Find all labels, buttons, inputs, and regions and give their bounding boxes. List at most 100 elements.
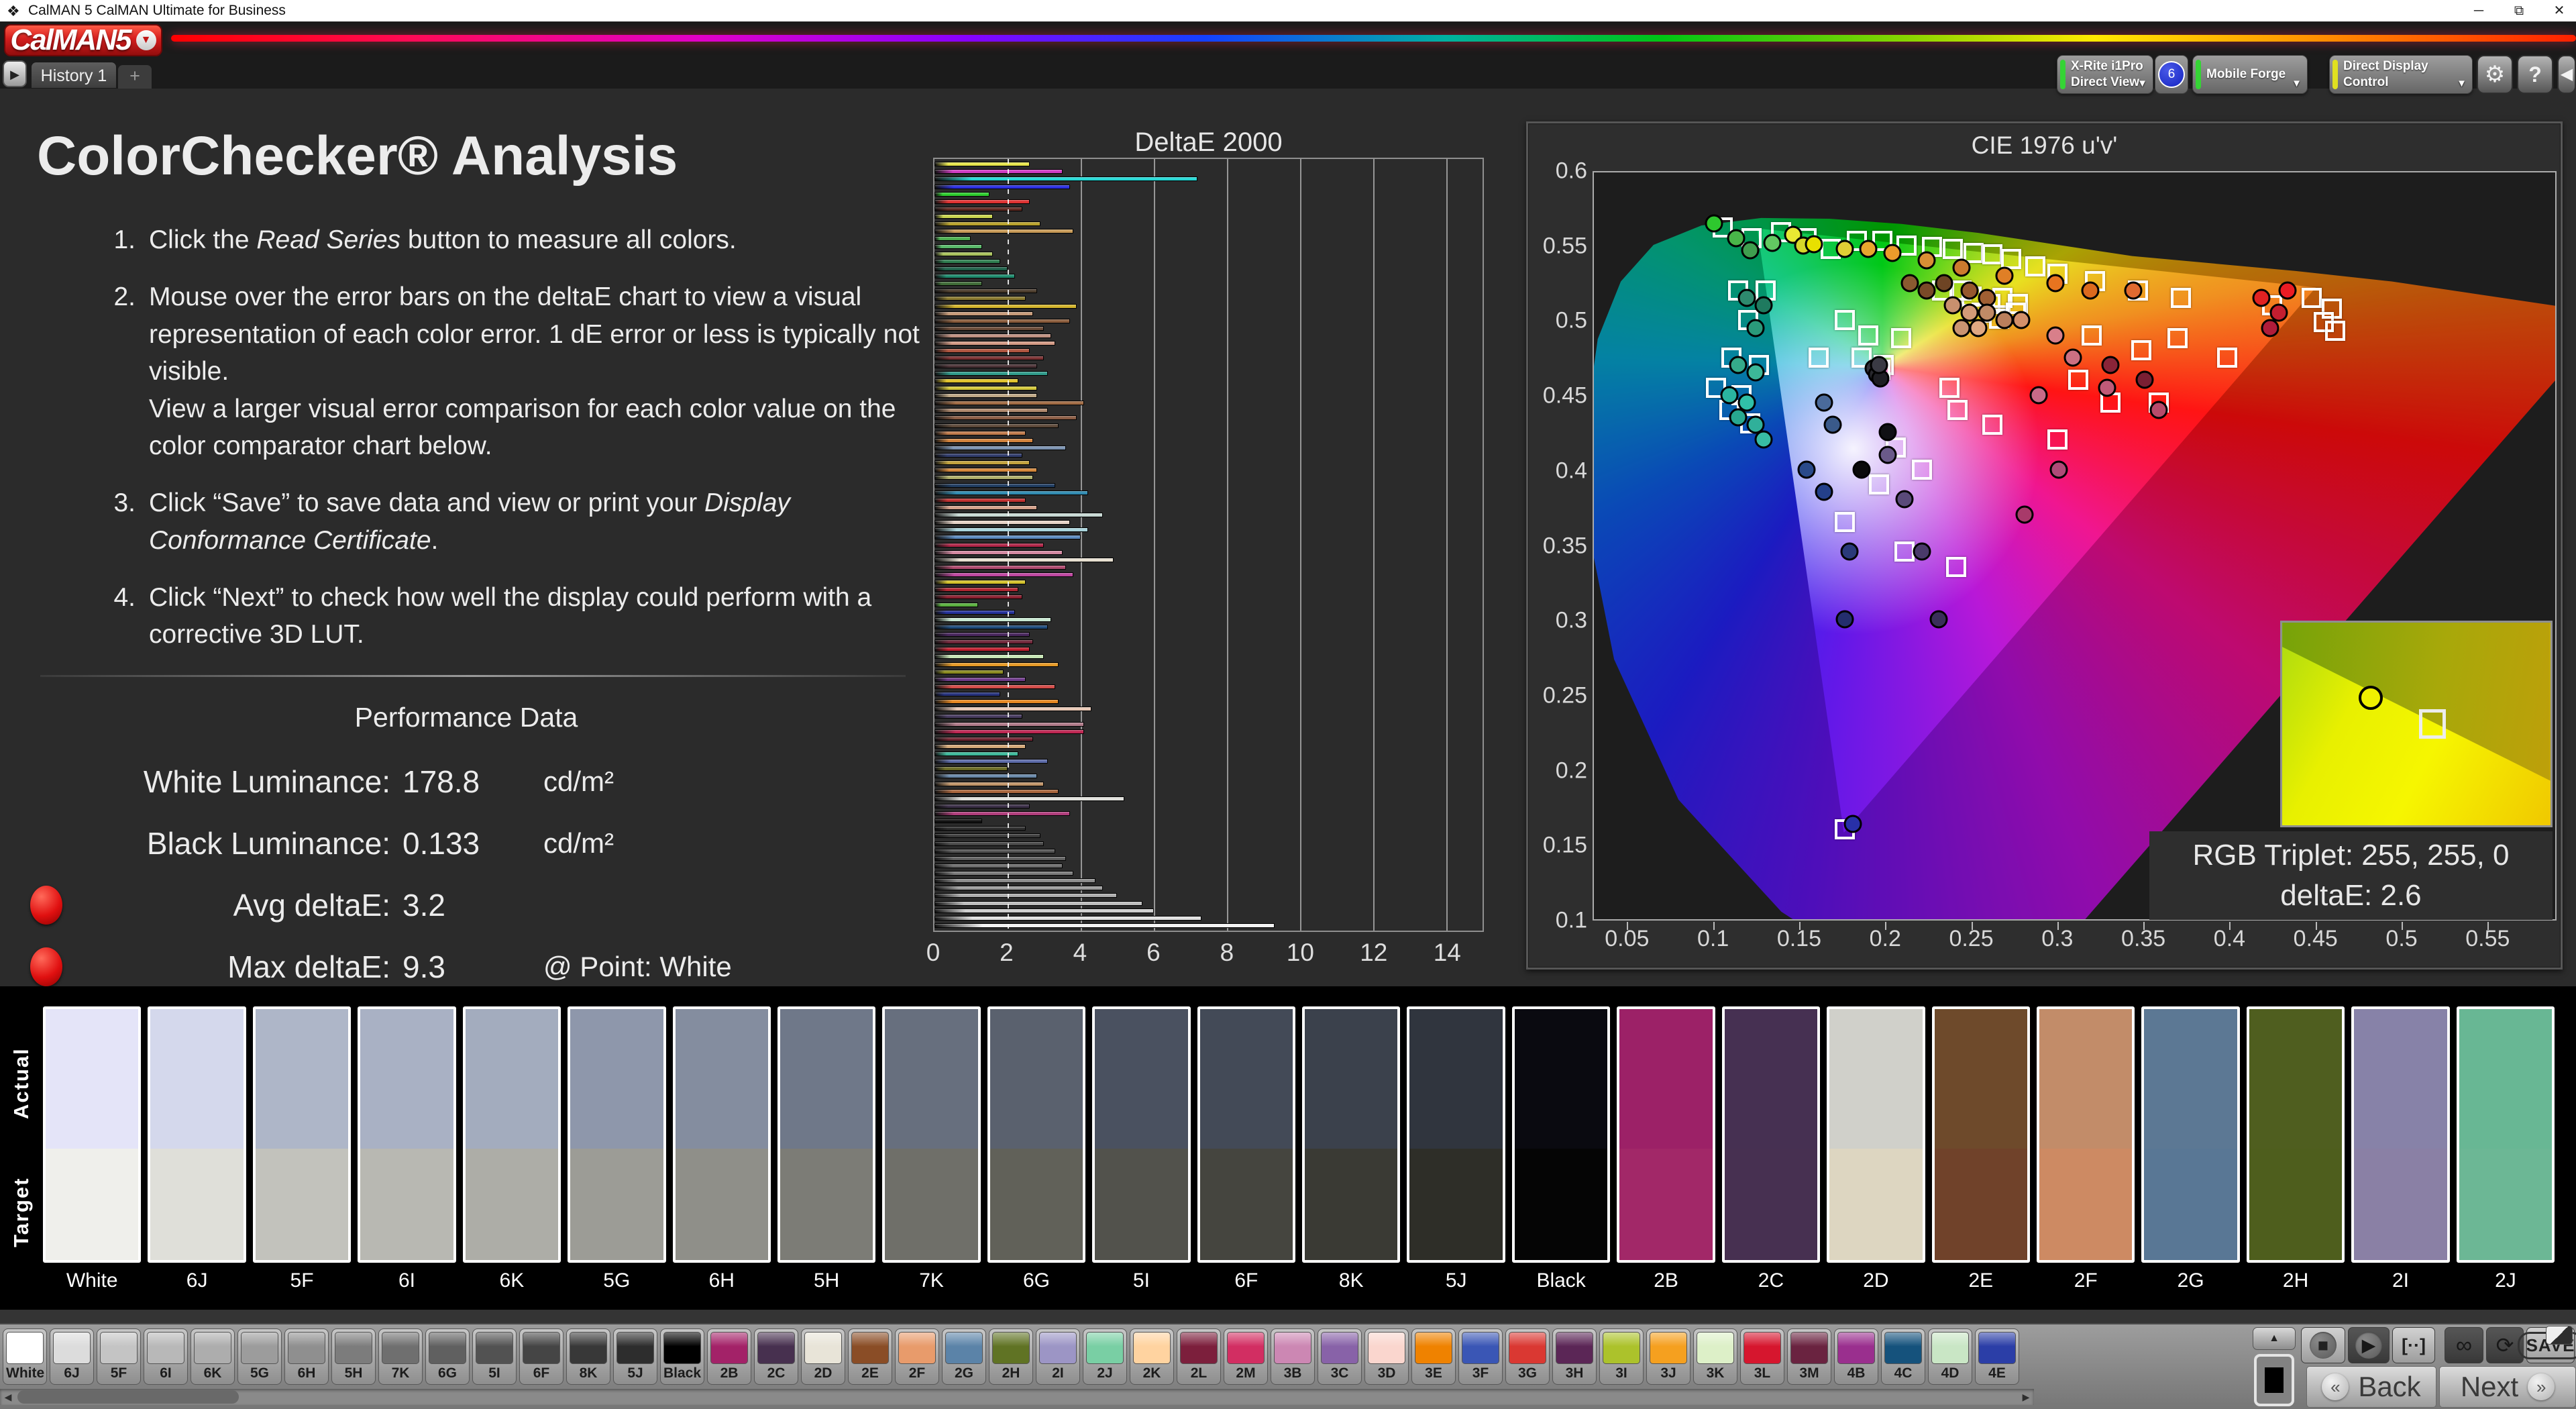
patch-button-2G[interactable]: 2G [942,1328,986,1385]
deltae-bar[interactable] [934,662,1059,667]
deltae-bar[interactable] [934,520,1070,525]
deltae-bar[interactable] [934,482,1055,488]
deltae-bar[interactable] [934,811,1070,816]
deltae-bar[interactable] [934,751,1019,756]
close-button[interactable]: ✕ [2540,0,2576,21]
meter-dropdown-mobile-forge[interactable]: Mobile Forge ▼ [2192,55,2308,94]
play-button[interactable]: ▶ [2348,1327,2390,1363]
deltae-bar[interactable] [934,692,1001,696]
deltae-bar[interactable] [934,699,1059,704]
deltae-bar[interactable] [934,318,1070,323]
deltae-bar[interactable] [934,415,1077,421]
deltae-bar[interactable] [934,743,1026,749]
deltae-bar[interactable] [934,333,1052,338]
deltae-bar[interactable] [934,908,1154,913]
deltae-bar[interactable] [934,714,1022,719]
patch-button-2M[interactable]: 2M [1224,1328,1268,1385]
deltae-bar[interactable] [934,594,1022,600]
patch-button-2H[interactable]: 2H [989,1328,1033,1385]
deltae-bar[interactable] [934,468,1037,473]
deltae-bar[interactable] [934,863,1063,868]
deltae-bar[interactable] [934,759,1048,764]
patch-button-8K[interactable]: 8K [566,1328,610,1385]
pattern-window-button[interactable] [2254,1354,2294,1406]
patch-button-2E[interactable]: 2E [848,1328,892,1385]
deltae-bar[interactable] [934,617,1052,622]
deltae-bar[interactable] [934,587,1019,592]
patch-button-Black[interactable]: Black [660,1328,704,1385]
pattern-up-button[interactable]: ▲ [2253,1327,2296,1350]
patch-button-4E[interactable]: 4E [1975,1328,2019,1385]
deltae-bar[interactable] [934,423,1059,428]
patch-button-4C[interactable]: 4C [1881,1328,1925,1385]
patch-button-6K[interactable]: 6K [191,1328,235,1385]
patch-button-3B[interactable]: 3B [1271,1328,1315,1385]
deltae-bar[interactable] [934,766,1008,772]
patch-button-5F[interactable]: 5F [97,1328,141,1385]
deltae-bar[interactable] [934,445,1067,450]
patch-button-3L[interactable]: 3L [1740,1328,1784,1385]
deltae-bar[interactable] [934,527,1088,533]
deltae-bar[interactable] [934,199,1030,204]
scrollbar-thumb[interactable] [17,1390,239,1404]
deltae-bar[interactable] [934,676,1026,682]
tab-history-1[interactable]: History 1 [31,62,117,89]
deltae-bar[interactable] [934,206,1022,211]
deltae-bar[interactable] [934,721,1085,727]
patch-button-5I[interactable]: 5I [472,1328,517,1385]
deltae-bar[interactable] [934,871,1073,876]
patch-button-3I[interactable]: 3I [1599,1328,1644,1385]
patch-button-3E[interactable]: 3E [1411,1328,1456,1385]
patch-button-6I[interactable]: 6I [144,1328,188,1385]
patch-button-White[interactable]: White [3,1328,47,1385]
deltae-bar[interactable] [934,639,1034,645]
deltae-bar[interactable] [934,826,1026,831]
patch-button-6H[interactable]: 6H [284,1328,329,1385]
deltae-bar[interactable] [934,736,1034,741]
deltae-bar[interactable] [934,893,1118,898]
collapse-panel-button[interactable]: ◀ [2557,55,2576,94]
scroll-left-icon[interactable]: ◀ [0,1389,16,1405]
deltae-bar[interactable] [934,542,1044,547]
patch-button-4D[interactable]: 4D [1928,1328,1972,1385]
deltae-bar[interactable] [934,221,1040,227]
patch-button-2L[interactable]: 2L [1177,1328,1221,1385]
deltae-bar[interactable] [934,900,1143,906]
meter-count-badge[interactable]: 6 [2155,55,2188,94]
deltae-bar[interactable] [934,624,1048,629]
deltae-bar[interactable] [934,774,1037,779]
deltae-bar[interactable] [934,497,1026,503]
deltae-bar[interactable] [934,490,1088,495]
deltae-bar[interactable] [934,176,1198,182]
deltae-bar[interactable] [934,430,1026,435]
patch-button-3G[interactable]: 3G [1505,1328,1550,1385]
deltae-bar[interactable] [934,647,1030,652]
deltae-bar[interactable] [934,632,1030,637]
patch-button-5J[interactable]: 5J [613,1328,657,1385]
patch-button-2J[interactable]: 2J [1083,1328,1127,1385]
deltae-bar[interactable] [934,580,1026,585]
help-button[interactable]: ? [2517,55,2553,94]
deltae-bar[interactable] [934,296,1026,301]
deltae-bar[interactable] [934,923,1275,928]
deltae-bar[interactable] [934,303,1077,309]
deltae-bar[interactable] [934,356,1044,361]
deltae-bar[interactable] [934,162,1030,167]
tab-scroll-button[interactable]: ▶ [3,60,27,87]
patch-button-3K[interactable]: 3K [1693,1328,1737,1385]
new-tab-button[interactable]: + [118,65,152,89]
deltae-bar[interactable] [934,669,1004,674]
deltae-bar[interactable] [934,251,994,256]
deltae-bar[interactable] [934,401,1085,406]
deltae-bar[interactable] [934,408,1048,413]
corner-grip-button[interactable] [2546,1326,2573,1345]
back-button[interactable]: « Back [2306,1366,2436,1408]
deltae-bar[interactable] [934,803,1030,808]
patch-button-4B[interactable]: 4B [1834,1328,1878,1385]
deltae-bar[interactable] [934,855,1067,861]
patch-button-3H[interactable]: 3H [1552,1328,1597,1385]
patch-button-2C[interactable]: 2C [754,1328,798,1385]
deltae-bar[interactable] [934,393,1037,398]
deltae-bar[interactable] [934,915,1201,921]
patch-button-5G[interactable]: 5G [237,1328,282,1385]
